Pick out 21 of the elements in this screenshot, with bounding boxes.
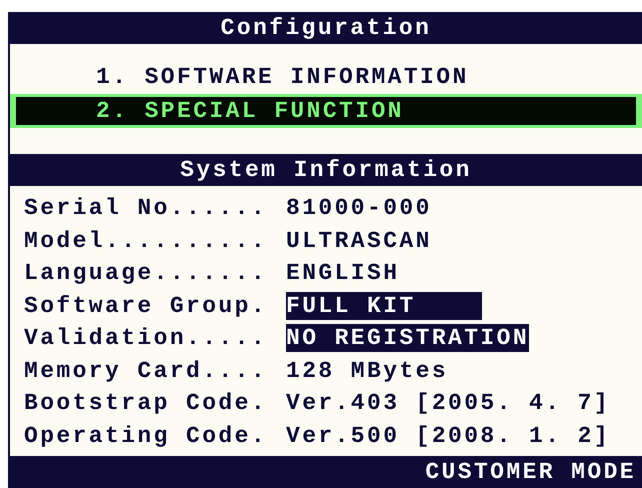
info-value: 81000-000	[286, 194, 432, 222]
info-label: Operating Code.	[24, 422, 268, 449]
info-label: Serial No......	[24, 195, 268, 222]
info-label: Software Group.	[24, 292, 268, 319]
info-label: Language.......	[24, 260, 268, 286]
menu-item[interactable]: 1. SOFTWARE INFORMATION	[10, 60, 642, 94]
info-label: Memory Card....	[24, 358, 268, 384]
info-label: Model..........	[24, 228, 268, 254]
info-label: Validation.....	[24, 325, 268, 352]
section-title-bar: System Information	[10, 154, 642, 186]
info-value: NO REGISTRATION	[286, 324, 530, 352]
info-value: Ver.403 [2005. 4. 7]	[286, 389, 610, 418]
info-value: 128 MBytes	[286, 356, 448, 385]
info-value: Ver.500 [2008. 1. 2]	[286, 422, 610, 450]
info-value: ULTRASCAN	[286, 226, 432, 255]
title-bar: Configuration	[10, 12, 642, 44]
status-bar: CUSTOMER MODE	[10, 456, 642, 488]
info-label: Bootstrap Code.	[24, 390, 268, 416]
menu-item[interactable]: 2. SPECIAL FUNCTION	[10, 94, 642, 128]
info-value: FULL KIT	[286, 292, 482, 320]
info-value: ENGLISH	[286, 259, 400, 288]
